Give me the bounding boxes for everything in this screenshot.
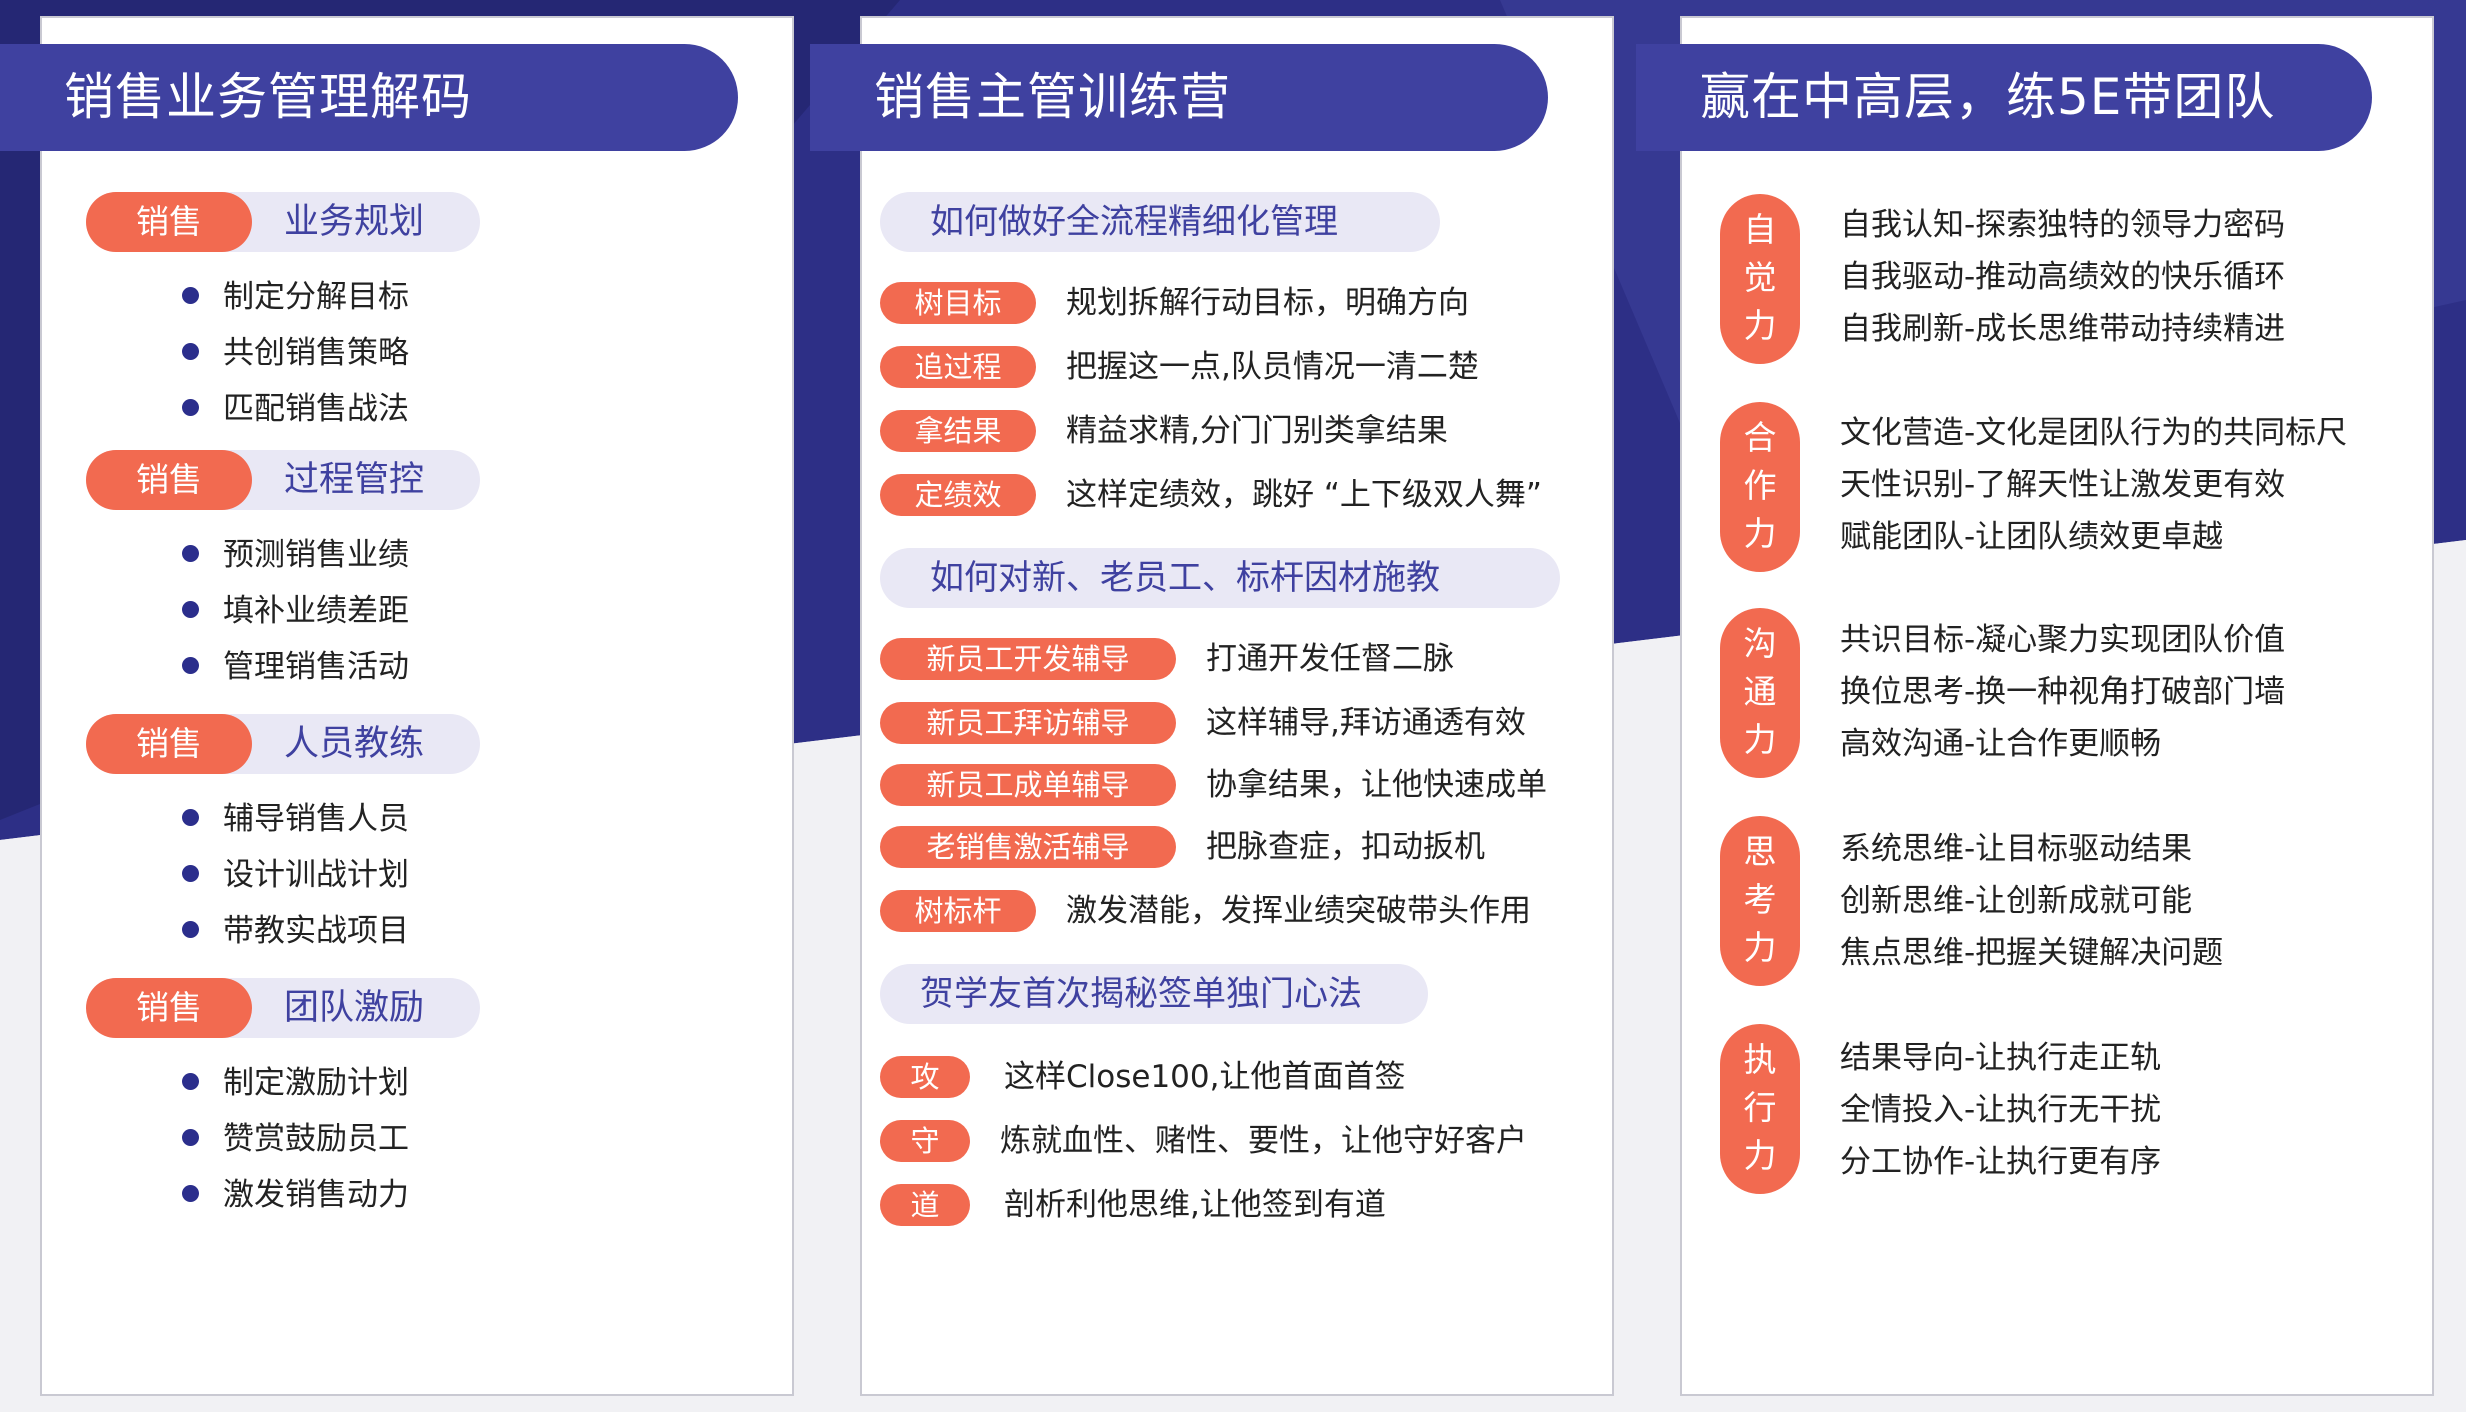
ability-line: 自我认知-探索独特的领导力密码 xyxy=(1840,207,2286,243)
row-text: 这样定绩效，跳好 “上下级双人舞” xyxy=(1066,477,1542,513)
section-badge: 销售 xyxy=(86,978,252,1038)
row-tag: 老销售激活辅导 xyxy=(880,826,1176,868)
list-item: 填补业绩差距 xyxy=(182,591,409,631)
ability-line: 自我刷新-成长思维带动持续精进 xyxy=(1840,311,2286,347)
ability-line: 共识目标-凝心聚力实现团队价值 xyxy=(1840,622,2286,658)
list-item: 设计训战计划 xyxy=(182,855,409,895)
group-heading: 贺学友首次揭秘签单独门心法 xyxy=(880,964,1428,1024)
list-item: 预测销售业绩 xyxy=(182,535,409,575)
bullet-dot-icon xyxy=(182,287,199,304)
ability-badge: 合作力 xyxy=(1720,402,1800,572)
bullet-dot-icon xyxy=(182,545,199,562)
row-tag: 攻 xyxy=(880,1056,970,1098)
section-badge: 销售 xyxy=(86,192,252,252)
row-tag: 树标杆 xyxy=(880,890,1036,932)
row-text: 规划拆解行动目标，明确方向 xyxy=(1066,285,1469,321)
ability-line: 创新思维-让创新成就可能 xyxy=(1840,883,2193,919)
row-tag: 新员工成单辅导 xyxy=(880,764,1176,806)
row-tag: 追过程 xyxy=(880,346,1036,388)
bullet-dot-icon xyxy=(182,657,199,674)
row-text: 这样辅导,拜访通透有效 xyxy=(1206,705,1526,741)
ability-badge: 沟通力 xyxy=(1720,608,1800,778)
bullet-dot-icon xyxy=(182,809,199,826)
row-text: 把握这一点,队员情况一清二楚 xyxy=(1066,349,1479,385)
bullet-dot-icon xyxy=(182,1129,199,1146)
bullet-dot-icon xyxy=(182,601,199,618)
section-header: 销售 过程管控 xyxy=(86,450,480,510)
ability-line: 结果导向-让执行走正轨 xyxy=(1840,1040,2162,1076)
section-title: 过程管控 xyxy=(284,460,425,500)
list-item: 激发销售动力 xyxy=(182,1175,409,1215)
section-title: 团队激励 xyxy=(284,988,425,1028)
ability-badge: 思考力 xyxy=(1720,816,1800,986)
row-tag: 新员工开发辅导 xyxy=(880,638,1176,680)
row-text: 精益求精,分门门别类拿结果 xyxy=(1066,413,1448,449)
row-text: 协拿结果，让他快速成单 xyxy=(1206,767,1547,803)
section-title: 人员教练 xyxy=(284,724,425,764)
row-tag: 树目标 xyxy=(880,282,1036,324)
list-item: 制定激励计划 xyxy=(182,1063,409,1103)
section-header: 销售 业务规划 xyxy=(86,192,480,252)
row-text: 炼就血性、赌性、要性，让他守好客户 xyxy=(1000,1123,1527,1159)
card3-title: 赢在中高层，练5E带团队 xyxy=(1636,44,2372,151)
ability-line: 系统思维-让目标驱动结果 xyxy=(1840,831,2193,867)
list-item: 匹配销售战法 xyxy=(182,389,409,429)
ability-line: 换位思考-换一种视角打破部门墙 xyxy=(1840,674,2286,710)
group-heading: 如何做好全流程精细化管理 xyxy=(880,192,1440,252)
list-item: 管理销售活动 xyxy=(182,647,409,687)
ability-line: 高效沟通-让合作更顺畅 xyxy=(1840,726,2162,762)
section-header: 销售 人员教练 xyxy=(86,714,480,774)
row-tag: 守 xyxy=(880,1120,970,1162)
section-badge: 销售 xyxy=(86,714,252,774)
ability-badge: 自觉力 xyxy=(1720,194,1800,364)
row-text: 这样Close100,让他首面首签 xyxy=(1004,1059,1406,1095)
ability-line: 赋能团队-让团队绩效更卓越 xyxy=(1840,519,2224,555)
section-badge: 销售 xyxy=(86,450,252,510)
ability-badge: 执行力 xyxy=(1720,1024,1800,1194)
row-tag: 拿结果 xyxy=(880,410,1036,452)
ability-line: 全情投入-让执行无干扰 xyxy=(1840,1092,2162,1128)
row-text: 打通开发任督二脉 xyxy=(1206,641,1454,677)
card2-title: 销售主管训练营 xyxy=(810,44,1548,151)
row-tag: 新员工拜访辅导 xyxy=(880,702,1176,744)
ability-line: 自我驱动-推动高绩效的快乐循环 xyxy=(1840,259,2286,295)
row-tag: 道 xyxy=(880,1184,970,1226)
row-text: 激发潜能，发挥业绩突破带头作用 xyxy=(1066,893,1531,929)
list-item: 带教实战项目 xyxy=(182,911,409,951)
section-title: 业务规划 xyxy=(284,202,425,242)
ability-line: 焦点思维-把握关键解决问题 xyxy=(1840,935,2224,971)
bullet-dot-icon xyxy=(182,921,199,938)
bullet-dot-icon xyxy=(182,343,199,360)
bullet-dot-icon xyxy=(182,1185,199,1202)
row-tag: 定绩效 xyxy=(880,474,1036,516)
list-item: 赞赏鼓励员工 xyxy=(182,1119,409,1159)
row-text: 把脉查症，扣动扳机 xyxy=(1206,829,1485,865)
bullet-dot-icon xyxy=(182,399,199,416)
row-text: 剖析利他思维,让他签到有道 xyxy=(1004,1187,1386,1223)
list-item: 共创销售策略 xyxy=(182,333,409,373)
list-item: 制定分解目标 xyxy=(182,277,409,317)
card1-title: 销售业务管理解码 xyxy=(0,44,738,151)
list-item: 辅导销售人员 xyxy=(182,799,409,839)
ability-line: 文化营造-文化是团队行为的共同标尺 xyxy=(1840,415,2348,451)
ability-line: 天性识别-了解天性让激发更有效 xyxy=(1840,467,2286,503)
section-header: 销售 团队激励 xyxy=(86,978,480,1038)
ability-line: 分工协作-让执行更有序 xyxy=(1840,1144,2162,1180)
group-heading: 如何对新、老员工、标杆因材施教 xyxy=(880,548,1560,608)
bullet-dot-icon xyxy=(182,865,199,882)
bullet-dot-icon xyxy=(182,1073,199,1090)
